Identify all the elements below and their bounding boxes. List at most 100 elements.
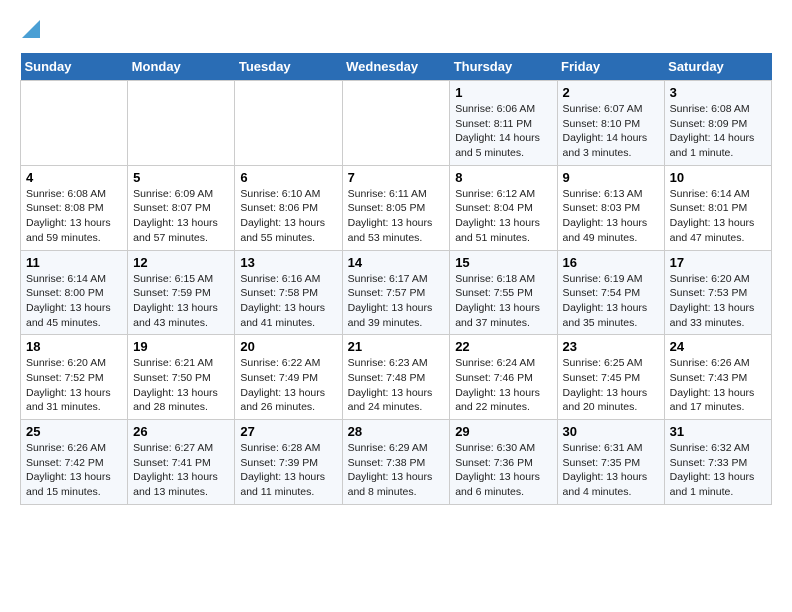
weekday-header-saturday: Saturday (664, 53, 771, 81)
day-detail: Sunrise: 6:14 AM Sunset: 8:01 PM Dayligh… (670, 187, 766, 246)
calendar-cell: 25 Sunrise: 6:26 AM Sunset: 7:42 PM Dayli… (21, 420, 128, 505)
day-detail: Sunrise: 6:27 AM Sunset: 7:41 PM Dayligh… (133, 441, 229, 500)
day-detail: Sunrise: 6:30 AM Sunset: 7:36 PM Dayligh… (455, 441, 551, 500)
day-detail: Sunrise: 6:11 AM Sunset: 8:05 PM Dayligh… (348, 187, 445, 246)
day-detail: Sunrise: 6:13 AM Sunset: 8:03 PM Dayligh… (563, 187, 659, 246)
day-detail: Sunrise: 6:32 AM Sunset: 7:33 PM Dayligh… (670, 441, 766, 500)
day-detail: Sunrise: 6:19 AM Sunset: 7:54 PM Dayligh… (563, 272, 659, 331)
day-number: 22 (455, 339, 551, 354)
calendar-cell: 17 Sunrise: 6:20 AM Sunset: 7:53 PM Dayli… (664, 250, 771, 335)
calendar-cell: 5Sunrise: 6:09 AM Sunset: 8:07 PM Daylig… (128, 165, 235, 250)
calendar-cell: 7Sunrise: 6:11 AM Sunset: 8:05 PM Daylig… (342, 165, 450, 250)
calendar-cell: 12 Sunrise: 6:15 AM Sunset: 7:59 PM Dayli… (128, 250, 235, 335)
day-number: 3 (670, 85, 766, 100)
day-detail: Sunrise: 6:26 AM Sunset: 7:42 PM Dayligh… (26, 441, 122, 500)
day-detail: Sunrise: 6:22 AM Sunset: 7:49 PM Dayligh… (240, 356, 336, 415)
day-detail: Sunrise: 6:28 AM Sunset: 7:39 PM Dayligh… (240, 441, 336, 500)
day-detail: Sunrise: 6:14 AM Sunset: 8:00 PM Dayligh… (26, 272, 122, 331)
day-number: 4 (26, 170, 122, 185)
calendar-cell: 18 Sunrise: 6:20 AM Sunset: 7:52 PM Dayli… (21, 335, 128, 420)
day-number: 10 (670, 170, 766, 185)
calendar-cell (235, 81, 342, 166)
day-detail: Sunrise: 6:29 AM Sunset: 7:38 PM Dayligh… (348, 441, 445, 500)
day-detail: Sunrise: 6:07 AM Sunset: 8:10 PM Dayligh… (563, 102, 659, 161)
day-number: 29 (455, 424, 551, 439)
day-detail: Sunrise: 6:12 AM Sunset: 8:04 PM Dayligh… (455, 187, 551, 246)
calendar-cell: 14 Sunrise: 6:17 AM Sunset: 7:57 PM Dayli… (342, 250, 450, 335)
day-detail: Sunrise: 6:20 AM Sunset: 7:53 PM Dayligh… (670, 272, 766, 331)
day-detail: Sunrise: 6:10 AM Sunset: 8:06 PM Dayligh… (240, 187, 336, 246)
day-detail: Sunrise: 6:17 AM Sunset: 7:57 PM Dayligh… (348, 272, 445, 331)
calendar-table: SundayMondayTuesdayWednesdayThursdayFrid… (20, 53, 772, 505)
calendar-cell: 11Sunrise: 6:14 AM Sunset: 8:00 PM Dayli… (21, 250, 128, 335)
day-number: 9 (563, 170, 659, 185)
calendar-cell: 27 Sunrise: 6:28 AM Sunset: 7:39 PM Dayli… (235, 420, 342, 505)
day-number: 13 (240, 255, 336, 270)
day-number: 25 (26, 424, 122, 439)
day-number: 28 (348, 424, 445, 439)
day-number: 2 (563, 85, 659, 100)
day-detail: Sunrise: 6:18 AM Sunset: 7:55 PM Dayligh… (455, 272, 551, 331)
weekday-header-friday: Friday (557, 53, 664, 81)
day-number: 23 (563, 339, 659, 354)
day-number: 21 (348, 339, 445, 354)
calendar-cell: 28 Sunrise: 6:29 AM Sunset: 7:38 PM Dayli… (342, 420, 450, 505)
calendar-cell: 22 Sunrise: 6:24 AM Sunset: 7:46 PM Dayli… (450, 335, 557, 420)
calendar-cell: 15 Sunrise: 6:18 AM Sunset: 7:55 PM Dayli… (450, 250, 557, 335)
day-number: 17 (670, 255, 766, 270)
day-number: 19 (133, 339, 229, 354)
day-detail: Sunrise: 6:16 AM Sunset: 7:58 PM Dayligh… (240, 272, 336, 331)
calendar-cell: 1Sunrise: 6:06 AM Sunset: 8:11 PM Daylig… (450, 81, 557, 166)
calendar-cell: 10 Sunrise: 6:14 AM Sunset: 8:01 PM Dayli… (664, 165, 771, 250)
day-detail: Sunrise: 6:23 AM Sunset: 7:48 PM Dayligh… (348, 356, 445, 415)
calendar-cell: 24Sunrise: 6:26 AM Sunset: 7:43 PM Dayli… (664, 335, 771, 420)
weekday-header-tuesday: Tuesday (235, 53, 342, 81)
weekday-header-wednesday: Wednesday (342, 53, 450, 81)
weekday-header-sunday: Sunday (21, 53, 128, 81)
day-number: 14 (348, 255, 445, 270)
day-detail: Sunrise: 6:08 AM Sunset: 8:08 PM Dayligh… (26, 187, 122, 246)
calendar-cell (342, 81, 450, 166)
day-number: 6 (240, 170, 336, 185)
day-number: 20 (240, 339, 336, 354)
day-number: 26 (133, 424, 229, 439)
day-number: 31 (670, 424, 766, 439)
calendar-cell: 29 Sunrise: 6:30 AM Sunset: 7:36 PM Dayli… (450, 420, 557, 505)
calendar-cell: 31 Sunrise: 6:32 AM Sunset: 7:33 PM Dayli… (664, 420, 771, 505)
calendar-cell (128, 81, 235, 166)
weekday-header-thursday: Thursday (450, 53, 557, 81)
calendar-cell: 4 Sunrise: 6:08 AM Sunset: 8:08 PM Daylig… (21, 165, 128, 250)
day-detail: Sunrise: 6:25 AM Sunset: 7:45 PM Dayligh… (563, 356, 659, 415)
calendar-cell: 8 Sunrise: 6:12 AM Sunset: 8:04 PM Daylig… (450, 165, 557, 250)
day-number: 8 (455, 170, 551, 185)
day-number: 16 (563, 255, 659, 270)
weekday-header-monday: Monday (128, 53, 235, 81)
day-number: 12 (133, 255, 229, 270)
day-number: 15 (455, 255, 551, 270)
calendar-cell: 19 Sunrise: 6:21 AM Sunset: 7:50 PM Dayli… (128, 335, 235, 420)
day-detail: Sunrise: 6:31 AM Sunset: 7:35 PM Dayligh… (563, 441, 659, 500)
day-detail: Sunrise: 6:20 AM Sunset: 7:52 PM Dayligh… (26, 356, 122, 415)
day-detail: Sunrise: 6:24 AM Sunset: 7:46 PM Dayligh… (455, 356, 551, 415)
calendar-cell: 26 Sunrise: 6:27 AM Sunset: 7:41 PM Dayli… (128, 420, 235, 505)
day-detail: Sunrise: 6:21 AM Sunset: 7:50 PM Dayligh… (133, 356, 229, 415)
calendar-cell: 16 Sunrise: 6:19 AM Sunset: 7:54 PM Dayli… (557, 250, 664, 335)
calendar-cell (21, 81, 128, 166)
day-detail: Sunrise: 6:06 AM Sunset: 8:11 PM Dayligh… (455, 102, 551, 161)
calendar-cell: 2 Sunrise: 6:07 AM Sunset: 8:10 PM Daylig… (557, 81, 664, 166)
calendar-cell: 20 Sunrise: 6:22 AM Sunset: 7:49 PM Dayli… (235, 335, 342, 420)
day-number: 5 (133, 170, 229, 185)
calendar-cell: 23 Sunrise: 6:25 AM Sunset: 7:45 PM Dayli… (557, 335, 664, 420)
day-number: 27 (240, 424, 336, 439)
day-detail: Sunrise: 6:15 AM Sunset: 7:59 PM Dayligh… (133, 272, 229, 331)
calendar-cell: 21 Sunrise: 6:23 AM Sunset: 7:48 PM Dayli… (342, 335, 450, 420)
calendar-cell: 9 Sunrise: 6:13 AM Sunset: 8:03 PM Daylig… (557, 165, 664, 250)
calendar-cell: 3Sunrise: 6:08 AM Sunset: 8:09 PM Daylig… (664, 81, 771, 166)
calendar-cell: 30Sunrise: 6:31 AM Sunset: 7:35 PM Dayli… (557, 420, 664, 505)
day-number: 24 (670, 339, 766, 354)
logo-arrow-icon (22, 20, 40, 38)
logo (20, 20, 40, 43)
page-header (20, 20, 772, 43)
calendar-cell: 13 Sunrise: 6:16 AM Sunset: 7:58 PM Dayli… (235, 250, 342, 335)
day-number: 18 (26, 339, 122, 354)
